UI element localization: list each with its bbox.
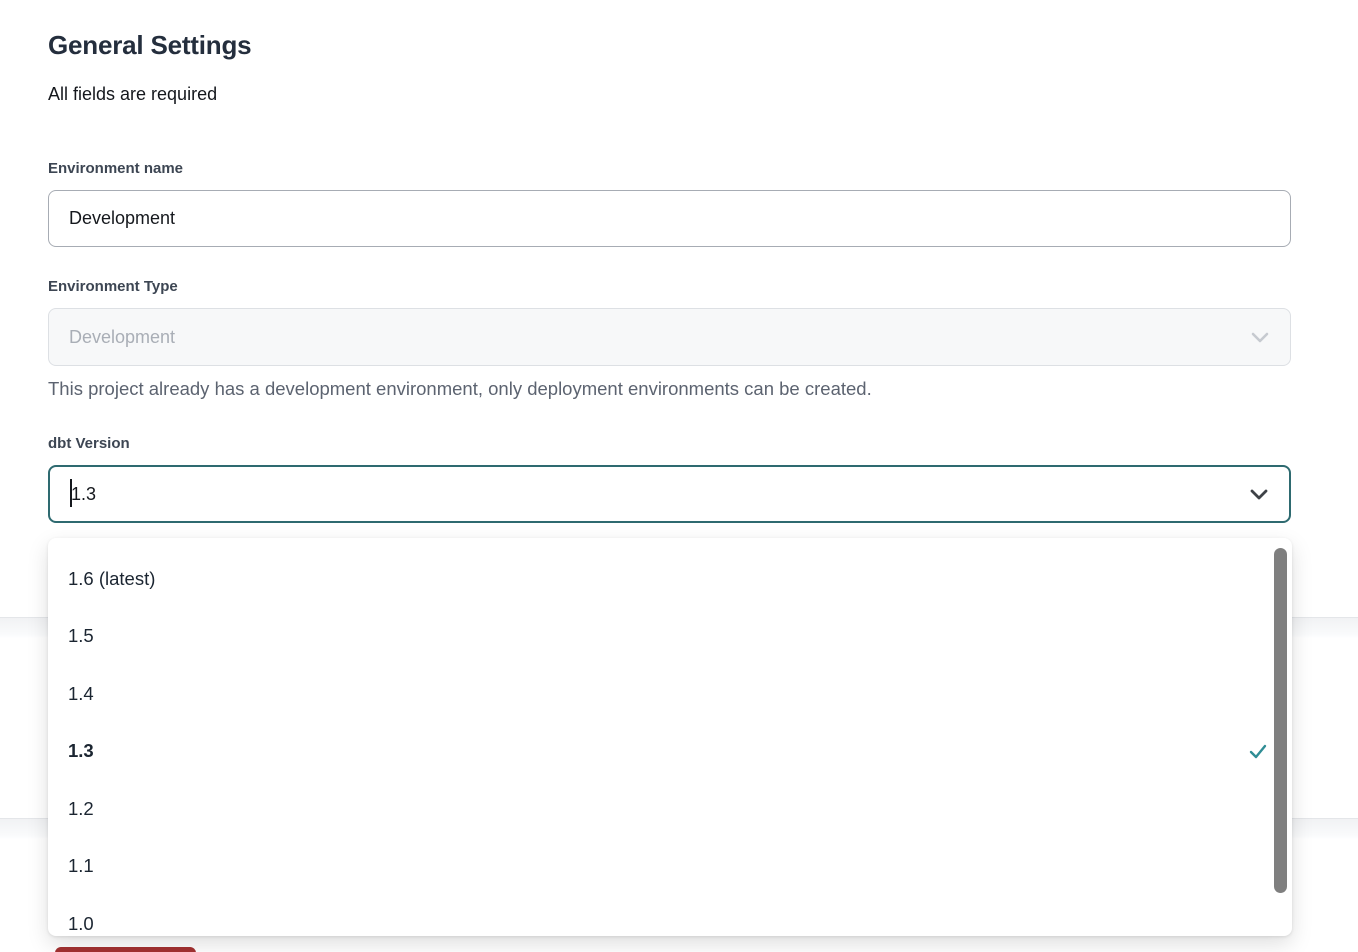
dropdown-option[interactable]: 1.0 xyxy=(48,895,1292,936)
dbt-version-value: 1.3 xyxy=(71,484,96,505)
dropdown-option[interactable]: 1.3 xyxy=(48,723,1292,781)
chevron-down-icon xyxy=(1248,325,1272,349)
chevron-down-icon xyxy=(1247,482,1271,506)
option-label: 1.4 xyxy=(68,683,94,705)
page-subtitle: All fields are required xyxy=(48,84,217,105)
option-label: 1.6 (latest) xyxy=(68,568,155,590)
text-caret xyxy=(70,479,72,507)
dropdown-option[interactable]: 1.1 xyxy=(48,838,1292,896)
environment-type-label: Environment Type xyxy=(48,278,178,295)
dbt-version-combobox[interactable]: 1.3 xyxy=(48,465,1291,523)
environment-type-helper: This project already has a development e… xyxy=(48,378,872,400)
dropdown-option[interactable]: 1.2 xyxy=(48,780,1292,838)
environment-type-value: Development xyxy=(69,327,175,348)
option-label: 1.5 xyxy=(68,625,94,647)
option-label: 1.0 xyxy=(68,913,94,935)
environment-name-input[interactable] xyxy=(48,190,1291,247)
dbt-version-dropdown-menu: 1.6 (latest) 1.5 1.4 1.3 1.2 1.1 1.0 xyxy=(48,538,1292,936)
check-icon xyxy=(1248,741,1268,761)
option-label: 1.2 xyxy=(68,798,94,820)
dropdown-option[interactable]: 1.5 xyxy=(48,608,1292,666)
environment-type-select: Development xyxy=(48,308,1291,366)
option-label: 1.1 xyxy=(68,855,94,877)
environment-name-label: Environment name xyxy=(48,160,183,177)
dropdown-option[interactable]: 1.4 xyxy=(48,665,1292,723)
dropdown-scrollbar[interactable] xyxy=(1274,548,1287,893)
dropdown-option[interactable]: 1.6 (latest) xyxy=(48,550,1292,608)
delete-button-partial[interactable] xyxy=(55,947,196,952)
dbt-version-label: dbt Version xyxy=(48,435,130,452)
settings-page: General Settings All fields are required… xyxy=(0,0,1358,952)
option-label: 1.3 xyxy=(68,740,94,762)
page-title: General Settings xyxy=(48,30,251,61)
